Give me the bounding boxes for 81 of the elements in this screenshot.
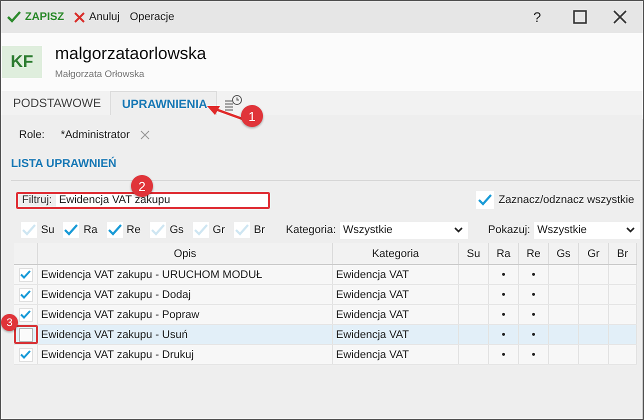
table-cell: Ewidencja VAT <box>336 268 409 280</box>
filter-field[interactable]: Filtruj: Ewidencja VAT zakupu <box>16 192 270 208</box>
table-cell: Ewidencja VAT zakupu - Dodaj <box>41 288 191 300</box>
avatar: KF <box>2 46 42 78</box>
show-dropdown[interactable]: Wszystkie <box>534 222 640 238</box>
row-checkbox[interactable] <box>18 308 32 322</box>
cancel-button[interactable]: Anuluj <box>74 11 120 23</box>
table-cell: Ewidencja VAT <box>336 288 409 300</box>
table-row[interactable]: Ewidencja VAT zakupu - URUCHOM MODUŁ Ewidencja VAT • • <box>14 265 637 285</box>
row-checkbox[interactable] <box>18 268 32 282</box>
table-cell: Ewidencja VAT <box>336 348 409 360</box>
user-full-name: Małgorzata Orłowska <box>55 69 146 80</box>
check-icon <box>478 194 492 206</box>
tab[interactable]: PODSTAWOWE <box>2 91 110 115</box>
category-dropdown[interactable]: Wszystkie <box>340 222 468 238</box>
check-icon <box>108 224 122 236</box>
help-button[interactable]: ? <box>533 9 541 25</box>
role-value: *Administrator <box>60 129 130 141</box>
check-icon <box>194 224 208 236</box>
check-icon <box>150 224 165 236</box>
check-icon <box>20 290 31 299</box>
table-cell: Ewidencja VAT zakupu - Popraw <box>41 308 200 320</box>
show-label: Pokazuj: <box>488 224 530 236</box>
check-icon <box>20 310 31 319</box>
tab[interactable]: UPRAWNIENIA <box>110 91 218 115</box>
column-header[interactable]: Opis <box>38 243 333 264</box>
step-badge: 3 <box>1 314 18 331</box>
remove-icon[interactable] <box>140 130 150 140</box>
chevron-down-icon <box>454 227 464 233</box>
column-header[interactable]: Ra <box>489 243 519 264</box>
row-checkbox[interactable] <box>18 348 32 362</box>
section-title: LISTA UPRAWNIEŃ <box>11 158 118 170</box>
table-cell: • <box>532 288 536 300</box>
table-cell: • <box>502 328 506 340</box>
column-header[interactable]: Gs <box>549 243 579 264</box>
table-cell: • <box>502 268 506 280</box>
column-header[interactable]: Re <box>519 243 549 264</box>
table-cell: • <box>502 288 506 300</box>
column-header[interactable]: Kategoria <box>333 243 459 264</box>
close-icon <box>74 12 86 22</box>
table-cell: Ewidencja VAT zakupu - URUCHOM MODUŁ <box>41 268 262 280</box>
flag-checkbox[interactable]: Re <box>106 222 141 238</box>
flag-checkbox[interactable]: Ra <box>63 222 98 238</box>
row-checkbox[interactable] <box>18 328 32 342</box>
column-header[interactable]: Su <box>459 243 489 264</box>
column-header[interactable]: Br <box>609 243 637 264</box>
table-cell: • <box>532 268 536 280</box>
table-row[interactable]: Ewidencja VAT zakupu - Dodaj Ewidencja VAT • • <box>14 285 637 305</box>
step-badge: 1 <box>241 105 263 127</box>
table-cell: • <box>532 328 536 340</box>
user-login: malgorzataorlowska <box>55 44 206 64</box>
maximize-icon[interactable] <box>573 10 587 24</box>
table-cell: Ewidencja VAT zakupu - Usuń <box>41 328 188 340</box>
check-icon <box>64 224 78 236</box>
close-icon[interactable] <box>613 10 627 24</box>
chevron-down-icon <box>626 227 636 233</box>
table-row[interactable]: Ewidencja VAT zakupu - Drukuj Ewidencja VAT • • <box>14 345 637 365</box>
flag-checkbox[interactable]: Su <box>21 222 54 238</box>
check-icon <box>7 11 21 23</box>
check-icon <box>22 224 36 236</box>
table-cell: • <box>532 308 536 320</box>
flag-checkbox[interactable]: Gs <box>150 222 184 238</box>
check-icon <box>234 224 249 236</box>
operations-button[interactable]: Operacje <box>130 11 174 23</box>
row-checkbox[interactable] <box>18 288 32 302</box>
table-row[interactable]: Ewidencja VAT zakupu - Popraw Ewidencja VAT • • <box>14 305 637 325</box>
column-header[interactable]: Gr <box>579 243 609 264</box>
table-cell: Ewidencja VAT zakupu - Drukuj <box>41 348 194 360</box>
table-cell: • <box>502 348 506 360</box>
step-badge: 2 <box>131 175 153 197</box>
table-cell: • <box>502 308 506 320</box>
check-icon <box>20 270 31 279</box>
select-all-checkbox[interactable]: Zaznacz/odznacz wszystkie <box>476 191 634 209</box>
table-cell: Ewidencja VAT <box>336 328 409 340</box>
history-icon[interactable] <box>223 94 244 112</box>
table-cell: Ewidencja VAT <box>336 308 409 320</box>
roles-label: Role: <box>19 129 45 141</box>
check-icon <box>20 350 31 359</box>
table-cell: • <box>532 348 536 360</box>
table-row[interactable]: Ewidencja VAT zakupu - Usuń Ewidencja VAT • • <box>14 325 637 345</box>
category-label: Kategoria: <box>286 224 336 236</box>
